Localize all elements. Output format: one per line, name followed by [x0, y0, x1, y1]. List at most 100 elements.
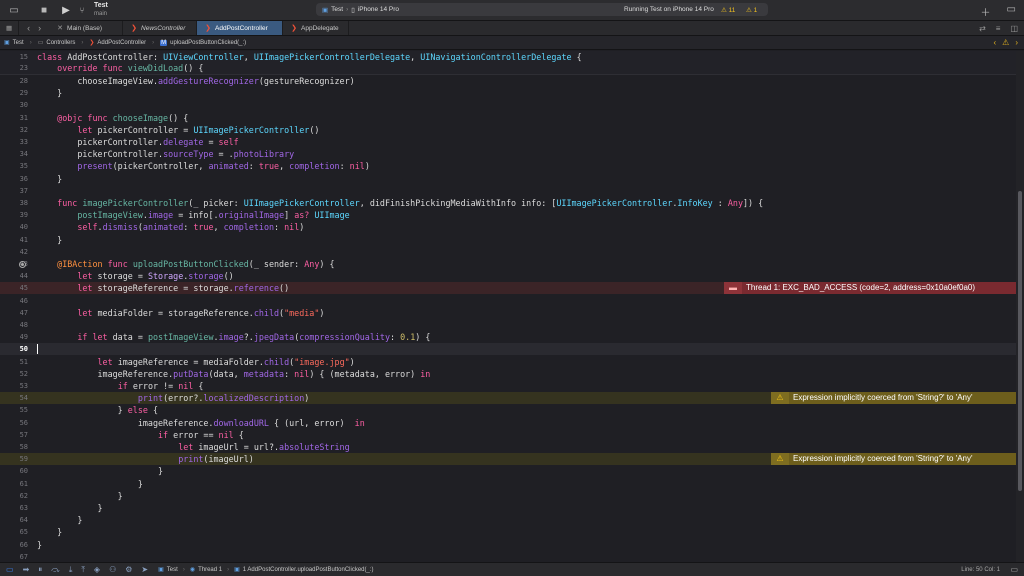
add-icon[interactable]: ＋ [981, 4, 991, 19]
tab-addpostcontroller[interactable]: ❯ AddPostController [197, 21, 283, 35]
line-number[interactable]: 28 [0, 75, 28, 87]
scheme-selector[interactable]: Test main [94, 2, 108, 18]
line-number[interactable]: 38 [0, 197, 28, 209]
code-line[interactable]: 62 } [0, 490, 1016, 502]
line-number[interactable]: 66 [0, 539, 28, 551]
run-icon[interactable]: ▶ [58, 5, 74, 16]
tab-appdelegate[interactable]: ❯ AppDelegate [283, 21, 349, 35]
code-line[interactable]: 56 imageReference.downloadURL { (url, er… [0, 417, 1016, 429]
warning-banner[interactable]: ⚠Expression implicitly coerced from 'Str… [771, 453, 1016, 465]
line-number[interactable]: 41 [0, 234, 28, 246]
line-number[interactable]: 46 [0, 295, 28, 307]
warning-count-badge[interactable]: ⚠ 11 [721, 6, 735, 14]
code-line[interactable]: 49 if let data = postImageView.image?.jp… [0, 331, 1016, 343]
inspector-toggle-icon[interactable]: ▭ [1007, 4, 1016, 19]
code-line[interactable]: 30 [0, 99, 1016, 111]
code-line[interactable]: 63 } [0, 502, 1016, 514]
code-line[interactable]: 46 [0, 295, 1016, 307]
adjust-editor-icon[interactable]: ≡ [996, 24, 1001, 33]
memory-graph-icon[interactable]: ⚇ [109, 565, 116, 575]
code-line[interactable]: 39 postImageView.image = info[.originalI… [0, 209, 1016, 221]
next-issue-icon[interactable]: › [1015, 38, 1018, 47]
line-number[interactable]: 39 [0, 209, 28, 221]
tab-newscontroller[interactable]: ❯ NewsController [123, 21, 197, 35]
tab-main-base[interactable]: ✕ Main (Base) [49, 21, 123, 35]
line-number[interactable]: 54 [0, 392, 28, 404]
code-line[interactable]: 36 } [0, 173, 1016, 185]
debug-crumb-frame[interactable]: 1 AddPostController.uploadPostButtonClic… [243, 567, 374, 573]
code-line[interactable]: 31 @objc func chooseImage() { [0, 112, 1016, 124]
line-number[interactable]: 56 [0, 417, 28, 429]
split-editor-icon[interactable]: ◫ [1010, 24, 1018, 33]
run-destination[interactable]: ▣ Test › ▯ iPhone 14 Pro [322, 6, 399, 14]
code-line[interactable]: 67 [0, 551, 1016, 562]
line-number[interactable]: 52 [0, 368, 28, 380]
line-number[interactable]: 47 [0, 307, 28, 319]
breadcrumb-file[interactable]: AddPostController [97, 40, 146, 46]
forward-icon[interactable]: › [38, 23, 41, 33]
code-line[interactable]: 65 } [0, 526, 1016, 538]
line-number[interactable]: 42 [0, 246, 28, 258]
code-line[interactable]: 29 } [0, 87, 1016, 99]
step-over-icon[interactable]: ⤼ [51, 565, 60, 575]
line-number[interactable]: 51 [0, 356, 28, 368]
code-line[interactable]: 34 pickerController.sourceType = .photoL… [0, 148, 1016, 160]
issue-icon[interactable]: ⚠ [1002, 38, 1009, 47]
line-number[interactable]: 62 [0, 490, 28, 502]
line-number[interactable]: 34 [0, 148, 28, 160]
code-line[interactable]: 61 } [0, 478, 1016, 490]
line-number[interactable]: 60 [0, 465, 28, 477]
code-line[interactable]: 42 [0, 246, 1016, 258]
line-number[interactable]: 64 [0, 514, 28, 526]
location-icon[interactable]: ➤ [141, 565, 148, 575]
code-line[interactable]: 28 chooseImageView.addGestureRecognizer(… [0, 75, 1016, 87]
line-number[interactable]: 35 [0, 160, 28, 172]
code-line[interactable]: 55 } else { [0, 404, 1016, 416]
line-number[interactable]: 58 [0, 441, 28, 453]
code-line[interactable]: 66} [0, 539, 1016, 551]
line-number[interactable]: 67 [0, 551, 28, 562]
code-line[interactable]: 48 [0, 319, 1016, 331]
debug-area-toggle-icon[interactable]: ▭ [6, 565, 14, 575]
line-number[interactable]: 44 [0, 270, 28, 282]
close-icon[interactable]: ✕ [57, 24, 63, 32]
line-number[interactable]: 30 [0, 99, 28, 111]
line-number[interactable]: 40 [0, 221, 28, 233]
line-number[interactable]: 23 [0, 62, 28, 74]
code-line[interactable]: 53 if error != nil { [0, 380, 1016, 392]
pause-icon[interactable]: ⏸ [38, 565, 42, 575]
line-number[interactable]: 59 [0, 453, 28, 465]
code-line[interactable]: 50 [0, 343, 1016, 355]
stop-icon[interactable]: ■ [36, 5, 52, 16]
line-number[interactable]: 50 [0, 343, 28, 355]
line-number[interactable]: 57 [0, 429, 28, 441]
code-line[interactable]: 43 @IBAction func uploadPostButtonClicke… [0, 258, 1016, 270]
code-line[interactable]: 41 } [0, 234, 1016, 246]
code-line[interactable]: 33 pickerController.delegate = self [0, 136, 1016, 148]
line-number[interactable]: 49 [0, 331, 28, 343]
scrollbar-thumb[interactable] [1018, 191, 1022, 491]
line-number[interactable]: 61 [0, 478, 28, 490]
line-number[interactable]: 45 [0, 282, 28, 294]
line-number[interactable]: 37 [0, 185, 28, 197]
runtime-error-banner[interactable]: ▬Thread 1: EXC_BAD_ACCESS (code=2, addre… [724, 282, 1016, 294]
line-number[interactable]: 53 [0, 380, 28, 392]
line-number[interactable]: 31 [0, 112, 28, 124]
line-number[interactable]: 33 [0, 136, 28, 148]
breakpoints-icon[interactable]: ➡ [23, 565, 30, 575]
console-toggle-icon[interactable]: ▭ [1010, 565, 1018, 574]
line-number[interactable]: 63 [0, 502, 28, 514]
line-number[interactable]: 65 [0, 526, 28, 538]
code-line[interactable]: 35 present(pickerController, animated: t… [0, 160, 1016, 172]
code-line[interactable]: 52 imageReference.putData(data, metadata… [0, 368, 1016, 380]
grid-icon[interactable]: ▦ [0, 21, 19, 35]
line-number[interactable]: 32 [0, 124, 28, 136]
warning-banner[interactable]: ⚠Expression implicitly coerced from 'Str… [771, 392, 1016, 404]
previous-issue-icon[interactable]: ‹ [993, 38, 996, 47]
code-line[interactable]: 57 if error == nil { [0, 429, 1016, 441]
code-line[interactable]: 44 let storage = Storage.storage() [0, 270, 1016, 282]
code-line[interactable]: 38 func imagePickerController(_ picker: … [0, 197, 1016, 209]
breadcrumb-folder[interactable]: Controllers [46, 40, 75, 46]
environment-icon[interactable]: ⚙ [125, 565, 132, 575]
view-hierarchy-icon[interactable]: ◈ [94, 565, 100, 575]
